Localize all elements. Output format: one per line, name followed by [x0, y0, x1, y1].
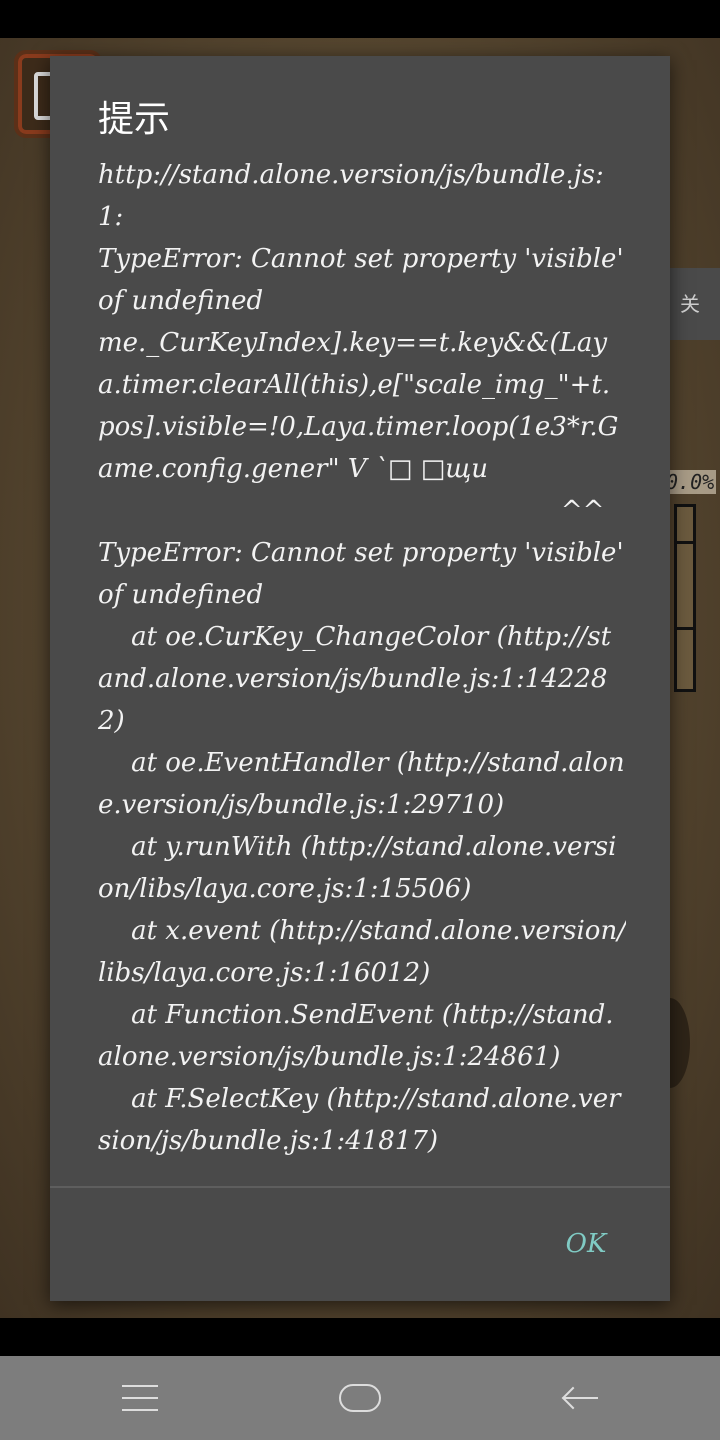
nav-menu-button[interactable] [80, 1356, 200, 1440]
bottom-band [0, 1318, 720, 1356]
dialog-divider [50, 1186, 670, 1188]
navigation-bar [0, 1356, 720, 1440]
dialog-message: http://stand.alone.version/js/bundle.js:… [98, 160, 626, 1156]
home-icon [339, 1384, 381, 1412]
screen: 关 0.0% 提示 http://stand.alone.version/js/… [0, 0, 720, 1440]
dialog-message-scroll[interactable]: http://stand.alone.version/js/bundle.js:… [98, 154, 626, 1186]
gauge-tick [677, 627, 693, 630]
game-percent: 0.0% [664, 470, 717, 494]
dialog-title: 提示 [98, 99, 171, 140]
menu-icon [122, 1385, 158, 1411]
game-side-label: 关 [680, 292, 700, 316]
game-gauge [674, 504, 696, 692]
error-dialog: 提示 http://stand.alone.version/js/bundle.… [50, 56, 670, 1301]
gauge-tick [677, 541, 693, 544]
nav-home-button[interactable] [300, 1356, 420, 1440]
status-bar [0, 0, 720, 38]
ok-button[interactable]: OK [546, 1220, 626, 1268]
back-arrow-icon [562, 1386, 598, 1410]
nav-back-button[interactable] [520, 1356, 640, 1440]
